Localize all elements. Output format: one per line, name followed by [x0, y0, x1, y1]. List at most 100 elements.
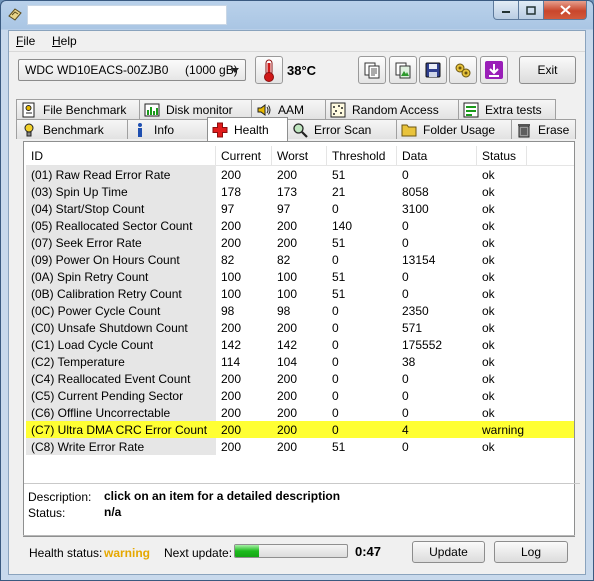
column-header-worst[interactable]: Worst [272, 146, 327, 166]
speaker-icon [257, 103, 271, 116]
column-header-status[interactable]: Status [477, 146, 527, 166]
tab-info[interactable]: Info [127, 119, 208, 139]
tab-disk-monitor[interactable]: Disk monitor [139, 99, 252, 119]
close-button[interactable] [544, 1, 587, 20]
temperature-button[interactable] [255, 56, 283, 84]
temperature-value: 38°C [287, 63, 317, 78]
download-button[interactable] [480, 56, 508, 84]
cell-current: 200 [221, 236, 242, 250]
table-row[interactable]: (04) Start/Stop Count 97 97 0 3100 ok [26, 200, 574, 217]
table-row[interactable]: (C1) Load Cycle Count 142 142 0 175552 ok [26, 336, 574, 353]
cell-threshold: 51 [332, 440, 346, 454]
cell-data: 2350 [402, 304, 429, 318]
update-progress-bar [234, 544, 348, 558]
title-bar[interactable] [1, 1, 593, 29]
column-header-threshold[interactable]: Threshold [327, 146, 397, 166]
cell-status: ok [482, 270, 495, 284]
tab-health[interactable]: Health [207, 117, 288, 141]
cell-status: ok [482, 236, 495, 250]
table-row[interactable]: (07) Seek Error Rate 200 200 51 0 ok [26, 234, 574, 251]
tab-file-benchmark[interactable]: File Benchmark [16, 99, 140, 119]
cell-current: 178 [221, 185, 242, 199]
cell-threshold: 51 [332, 168, 346, 182]
column-header-data[interactable]: Data [397, 146, 477, 166]
table-row[interactable]: (C6) Offline Uncorrectable 200 200 0 0 ok [26, 404, 574, 421]
cell-current: 98 [221, 304, 235, 318]
table-row[interactable]: (0B) Calibration Retry Count 100 100 51 0 ok [26, 285, 574, 302]
cell-worst: 98 [277, 304, 291, 318]
cell-worst: 200 [277, 389, 298, 403]
options-icon [455, 63, 471, 78]
cell-id: (04) Start/Stop Count [26, 200, 216, 217]
tab-random-access[interactable]: Random Access [325, 99, 459, 119]
table-row[interactable]: (C7) Ultra DMA CRC Error Count 200 200 0 4 wa… [26, 421, 574, 438]
cell-current: 97 [221, 202, 235, 216]
table-row[interactable]: (C8) Write Error Rate 200 200 51 0 ok [26, 438, 574, 455]
cell-current: 142 [221, 338, 242, 352]
cell-current: 200 [221, 440, 242, 454]
column-header-id[interactable]: ID [26, 146, 216, 166]
cell-threshold: 0 [332, 321, 339, 335]
cell-worst: 200 [277, 321, 298, 335]
disk-monitor-icon [144, 103, 160, 116]
cell-current: 200 [221, 219, 242, 233]
column-header-current[interactable]: Current [216, 146, 272, 166]
tab-info-label: Info [154, 122, 175, 137]
cell-id: (09) Power On Hours Count [26, 251, 216, 268]
cell-data: 0 [402, 270, 409, 284]
tab-aam-label: AAM [278, 102, 305, 117]
extra-tests-icon [463, 102, 479, 117]
tab-aam[interactable]: AAM [251, 99, 326, 119]
exit-button[interactable]: Exit [519, 56, 576, 84]
cell-id: (C6) Offline Uncorrectable [26, 404, 216, 421]
app-window: File Help WDC WD10EACS-00ZJB0 (1000 gB) … [0, 0, 594, 581]
table-row[interactable]: (C2) Temperature 114 104 0 38 ok [26, 353, 574, 370]
table-row[interactable]: (C0) Unsafe Shutdown Count 200 200 0 571 ok [26, 319, 574, 336]
save-button[interactable] [419, 56, 447, 84]
cell-current: 200 [221, 321, 242, 335]
minimize-icon [502, 11, 510, 13]
cell-current: 200 [221, 372, 242, 386]
tab-extra-tests[interactable]: Extra tests [458, 99, 556, 119]
copy-text-icon [364, 62, 380, 79]
menu-help-accel: H [52, 34, 61, 48]
tab-folder-usage[interactable]: Folder Usage [396, 119, 512, 139]
cell-status: ok [482, 185, 495, 199]
table-row[interactable]: (0C) Power Cycle Count 98 98 0 2350 ok [26, 302, 574, 319]
cell-status: ok [482, 440, 495, 454]
table-row[interactable]: (C4) Reallocated Event Count 200 200 0 0 ok [26, 370, 574, 387]
table-row[interactable]: (0A) Spin Retry Count 100 100 51 0 ok [26, 268, 574, 285]
menu-help[interactable]: Help [52, 34, 77, 48]
menu-file[interactable]: File [16, 34, 35, 48]
smart-table[interactable]: ID Current Worst Threshold Data Status (… [26, 146, 574, 486]
cell-id: (C8) Write Error Rate [26, 438, 216, 455]
table-row[interactable]: (01) Raw Read Error Rate 200 200 51 0 ok [26, 166, 574, 183]
menu-bar: File Help [9, 31, 585, 51]
drive-select[interactable]: WDC WD10EACS-00ZJB0 (1000 gB) [18, 59, 246, 81]
minimize-button[interactable] [493, 1, 519, 20]
log-button[interactable]: Log [494, 541, 568, 563]
tab-error-scan[interactable]: Error Scan [287, 119, 397, 139]
cell-id: (0C) Power Cycle Count [26, 302, 216, 319]
benchmark-icon [24, 123, 34, 136]
table-row[interactable]: (03) Spin Up Time 178 173 21 8058 ok [26, 183, 574, 200]
cell-current: 200 [221, 423, 242, 437]
table-row[interactable]: (05) Reallocated Sector Count 200 200 140 0 o… [26, 217, 574, 234]
tab-benchmark[interactable]: Benchmark [16, 119, 128, 139]
cell-threshold: 140 [332, 219, 353, 233]
tab-erase[interactable]: Erase [511, 119, 576, 139]
options-button[interactable] [449, 56, 477, 84]
save-icon [425, 62, 441, 78]
table-row[interactable]: (09) Power On Hours Count 82 82 0 13154 ok [26, 251, 574, 268]
cell-data: 0 [402, 168, 409, 182]
cell-data: 3100 [402, 202, 429, 216]
copy-image-button[interactable] [389, 56, 417, 84]
maximize-button[interactable] [519, 1, 544, 20]
update-button[interactable]: Update [412, 541, 485, 563]
cell-id: (C1) Load Cycle Count [26, 336, 216, 353]
copy-text-button[interactable] [358, 56, 386, 84]
cell-worst: 142 [277, 338, 298, 352]
cell-worst: 104 [277, 355, 298, 369]
cell-status: ok [482, 202, 495, 216]
table-row[interactable]: (C5) Current Pending Sector 200 200 0 0 ok [26, 387, 574, 404]
